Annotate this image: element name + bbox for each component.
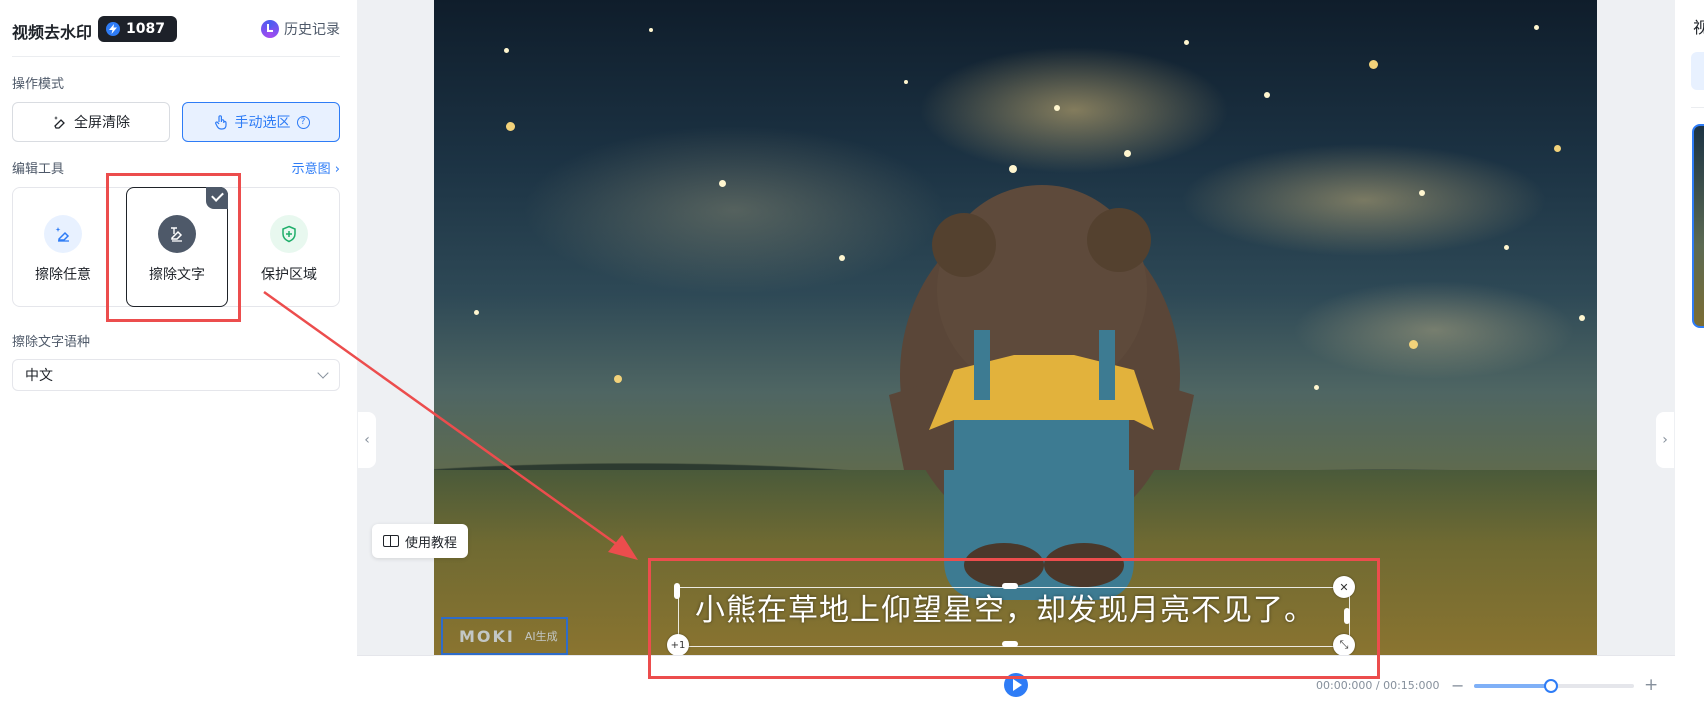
close-icon[interactable]: ✕ (1333, 576, 1355, 598)
left-panel: 视频去水印 1087 历史记录 操作模式 全屏清除 手动选区 ? 编辑工具 示意… (0, 0, 357, 715)
right-panel: 视 (1675, 0, 1704, 715)
history-label: 历史记录 (284, 22, 340, 38)
panel-header: 视频去水印 1087 历史记录 (12, 14, 340, 44)
chevron-left-icon: ‹ (364, 432, 370, 448)
text-eraser-icon (158, 215, 196, 253)
resize-handle[interactable] (1002, 583, 1018, 589)
fullscreen-clear-label: 全屏清除 (74, 115, 130, 131)
resize-handle[interactable] (1002, 641, 1018, 647)
language-select[interactable]: 中文 (12, 359, 340, 391)
watermark-selection-box[interactable]: MOKI AI生成 (441, 617, 568, 655)
zoom-out-button[interactable]: − (1451, 676, 1464, 695)
right-panel-title: 视 (1693, 18, 1704, 37)
resize-handle[interactable] (1344, 608, 1350, 624)
tool-erase-anything[interactable]: 擦除任意 (13, 188, 113, 306)
tool-label: 擦除任意 (35, 267, 91, 283)
chevron-right-icon: › (1662, 432, 1668, 448)
app-title: 视频去水印 (12, 23, 93, 42)
header-divider (12, 56, 340, 57)
sparkle-eraser-icon (54, 116, 65, 129)
credit-count: 1087 (126, 21, 165, 37)
mode-section-label: 操作模式 (12, 77, 65, 92)
subtitle-text: 小熊在草地上仰望星空，却发现月亮不见了。 (695, 593, 1315, 628)
tool-protect-area[interactable]: 保护区域 (239, 188, 339, 306)
zoom-in-button[interactable]: + (1644, 675, 1658, 695)
tool-label: 保护区域 (261, 267, 317, 283)
resize-handle[interactable] (674, 583, 680, 599)
watermark-logo: MOKI (459, 626, 515, 646)
tool-erase-text[interactable]: 擦除文字 (126, 187, 228, 307)
chevron-right-icon: › (334, 162, 340, 177)
collapse-right-button[interactable]: › (1656, 412, 1674, 468)
chevron-down-icon (317, 367, 329, 379)
pointer-hand-icon (214, 115, 227, 130)
demo-link[interactable]: 示意图 › (292, 158, 340, 177)
zoom-slider-thumb[interactable] (1543, 679, 1558, 693)
language-section-label: 擦除文字语种 (12, 335, 91, 350)
history-icon (261, 20, 279, 38)
zoom-slider-fill (1474, 684, 1551, 688)
check-icon (206, 187, 228, 209)
history-button[interactable]: 历史记录 (261, 19, 340, 39)
right-panel-tab[interactable] (1691, 52, 1704, 90)
collapse-left-button[interactable]: ‹ (358, 412, 376, 468)
tutorial-button[interactable]: 使用教程 (372, 524, 469, 558)
book-icon (383, 535, 399, 547)
fullscreen-clear-button[interactable]: 全屏清除 (12, 102, 170, 142)
manual-select-label: 手动选区 (234, 115, 291, 131)
language-value: 中文 (25, 368, 53, 384)
demo-link-label: 示意图 (291, 162, 331, 177)
bear-illustration (889, 185, 1194, 600)
tutorial-label: 使用教程 (405, 535, 458, 551)
help-icon[interactable]: ? (296, 115, 310, 129)
tool-group: 擦除任意 擦除文字 保护区域 (12, 187, 340, 307)
video-thumbnail[interactable] (1692, 124, 1704, 328)
zoom-slider[interactable] (1474, 679, 1634, 693)
tools-section-label: 编辑工具 (12, 162, 65, 177)
add-region-button[interactable]: +1 (667, 634, 689, 656)
play-button[interactable] (1004, 673, 1028, 697)
credit-badge[interactable]: 1087 (98, 16, 177, 42)
shield-plus-icon (270, 215, 308, 253)
lightning-icon (106, 22, 120, 36)
eraser-sparkle-icon (44, 215, 82, 253)
manual-select-button[interactable]: 手动选区 ? (182, 102, 340, 142)
watermark-tag: AI生成 (524, 630, 558, 643)
expand-icon[interactable]: ⤡ (1333, 634, 1355, 656)
tool-label: 擦除文字 (149, 267, 205, 283)
video-preview[interactable] (434, 0, 1597, 655)
time-display: 00:00:000 / 00:15:000 (1316, 679, 1440, 692)
right-panel-divider (1691, 107, 1704, 108)
